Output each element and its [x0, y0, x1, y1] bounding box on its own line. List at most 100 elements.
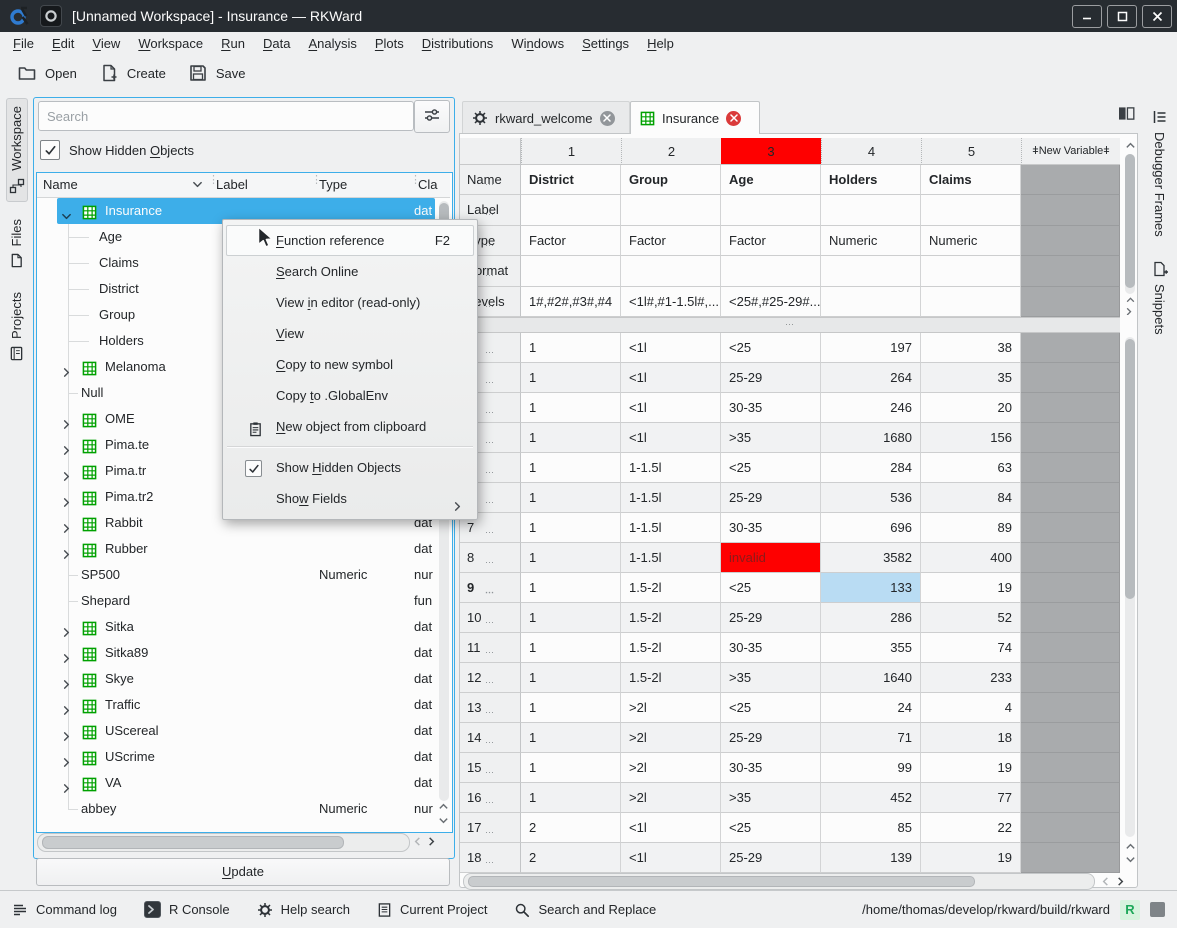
data-cell[interactable]: 19	[921, 753, 1021, 783]
meta-cell[interactable]: 1#,#2#,#3#,#4	[521, 287, 621, 317]
data-cell[interactable]: 84	[921, 483, 1021, 513]
data-scroll-down-icon[interactable]	[1125, 854, 1136, 865]
side-tab-files[interactable]: Files	[7, 212, 26, 275]
data-cell[interactable]: <1l	[621, 843, 721, 873]
minimize-button[interactable]	[1072, 5, 1102, 28]
data-cell[interactable]: 25-29	[721, 603, 821, 633]
data-cell[interactable]: 25-29	[721, 843, 821, 873]
new-variable-cell[interactable]	[1021, 513, 1120, 543]
meta-cell[interactable]	[921, 195, 1021, 225]
statusbar-current-project[interactable]: Current Project	[377, 902, 487, 918]
meta-cell[interactable]	[821, 256, 921, 286]
data-cell[interactable]: 25-29	[721, 723, 821, 753]
data-cell[interactable]: 25-29	[721, 363, 821, 393]
new-variable-cell[interactable]	[1021, 723, 1120, 753]
meta-cell[interactable]: Numeric	[921, 226, 1021, 256]
save-button[interactable]: Save	[177, 58, 257, 88]
selected-data-cell[interactable]: 133	[821, 573, 921, 603]
tree-item-va[interactable]: VAdat	[37, 770, 436, 796]
tree-header-label[interactable]: Label	[216, 173, 248, 197]
new-variable-cell[interactable]	[1021, 813, 1120, 843]
data-cell[interactable]: 1	[521, 663, 621, 693]
meta-scroll-up-icon[interactable]	[1125, 140, 1136, 151]
data-cell[interactable]: 246	[821, 393, 921, 423]
tab-rkward-welcome[interactable]: rkward_welcome	[462, 101, 630, 134]
data-cell[interactable]: 1-1.5l	[621, 453, 721, 483]
tree-item-traffic[interactable]: Trafficdat	[37, 692, 436, 718]
column-header-5[interactable]: 5	[921, 138, 1021, 165]
data-cell[interactable]: 99	[821, 753, 921, 783]
meta-cell[interactable]: Holders	[821, 165, 921, 195]
row-header-10[interactable]: 10⋯	[460, 603, 521, 633]
tree-scroll-left-icon[interactable]	[412, 836, 423, 847]
context-menu-item-search-online[interactable]: Search Online	[226, 256, 474, 287]
side-tab-debugger-frames[interactable]: Debugger Frames	[1150, 102, 1170, 244]
row-header-14[interactable]: 14⋯	[460, 723, 521, 753]
data-cell[interactable]: 264	[821, 363, 921, 393]
data-cell[interactable]: 38	[921, 333, 1021, 363]
tree-item-sp500[interactable]: SP500Numericnur	[37, 562, 436, 588]
data-cell[interactable]: 19	[921, 573, 1021, 603]
data-cell[interactable]: 1	[521, 363, 621, 393]
new-variable-cell[interactable]	[1021, 423, 1120, 453]
tree-scroll-right-icon[interactable]	[426, 836, 437, 847]
row-header-16[interactable]: 16⋯	[460, 783, 521, 813]
tree-scroll-down-icon[interactable]	[438, 815, 449, 826]
tree-scroll-up-icon[interactable]	[438, 801, 449, 812]
menu-file[interactable]: File	[4, 32, 43, 56]
data-cell[interactable]: <25	[721, 813, 821, 843]
row-header-15[interactable]: 15⋯	[460, 753, 521, 783]
tab-close-icon[interactable]	[600, 111, 615, 126]
data-scroll-up-icon[interactable]	[1125, 841, 1136, 852]
column-header-3[interactable]: 3	[721, 138, 821, 165]
menu-help[interactable]: Help	[638, 32, 683, 56]
data-cell[interactable]: 1	[521, 753, 621, 783]
data-cell[interactable]: 30-35	[721, 393, 821, 423]
meta-cell[interactable]	[721, 256, 821, 286]
tree-item-shepard[interactable]: Shepardfun	[37, 588, 436, 614]
data-cell[interactable]: 30-35	[721, 753, 821, 783]
context-menu-item-show-hidden-objects[interactable]: Show Hidden Objects	[226, 452, 474, 483]
data-cell[interactable]: 1.5-2l	[621, 633, 721, 663]
editor-hscroll-handle[interactable]	[468, 876, 975, 887]
data-cell[interactable]: <25	[721, 453, 821, 483]
data-cell[interactable]: 52	[921, 603, 1021, 633]
data-vertical-scrollbar[interactable]	[1125, 337, 1135, 837]
tree-item-sitka[interactable]: Sitkadat	[37, 614, 436, 640]
data-cell[interactable]: >2l	[621, 723, 721, 753]
data-cell[interactable]: 89	[921, 513, 1021, 543]
data-cell[interactable]: 1640	[821, 663, 921, 693]
data-cell[interactable]: 286	[821, 603, 921, 633]
menu-workspace[interactable]: Workspace	[129, 32, 212, 56]
data-cell[interactable]: 1	[521, 693, 621, 723]
filter-options-button[interactable]	[414, 100, 450, 133]
data-cell[interactable]: 536	[821, 483, 921, 513]
row-resize-handle[interactable]: ⋯	[460, 169, 520, 195]
data-cell[interactable]: 4	[921, 693, 1021, 723]
tree-item-rubber[interactable]: Rubberdat	[37, 536, 436, 562]
row-resize-handle[interactable]: ⋯	[460, 577, 520, 603]
data-cell[interactable]: 22	[921, 813, 1021, 843]
split-view-icon[interactable]	[1118, 106, 1135, 124]
data-cell[interactable]: 452	[821, 783, 921, 813]
data-cell[interactable]: 35	[921, 363, 1021, 393]
menu-run[interactable]: Run	[212, 32, 254, 56]
sort-indicator-icon[interactable]	[192, 174, 203, 198]
meta-cell[interactable]: <25#,#25-29#...	[721, 287, 821, 317]
side-tab-projects[interactable]: Projects	[7, 285, 26, 368]
data-cell[interactable]: 284	[821, 453, 921, 483]
data-cell[interactable]: 77	[921, 783, 1021, 813]
data-cell[interactable]: 18	[921, 723, 1021, 753]
statusbar-r-console[interactable]: R Console	[144, 901, 230, 918]
new-variable-cell[interactable]	[1021, 195, 1120, 225]
meta-cell[interactable]	[621, 256, 721, 286]
data-cell[interactable]: 1	[521, 333, 621, 363]
new-variable-cell[interactable]	[1021, 483, 1120, 513]
data-vscroll-handle[interactable]	[1125, 339, 1135, 599]
data-cell[interactable]: 139	[821, 843, 921, 873]
data-cell[interactable]: >35	[721, 423, 821, 453]
data-cell[interactable]: 63	[921, 453, 1021, 483]
data-cell[interactable]: 1	[521, 783, 621, 813]
data-cell[interactable]: <1l	[621, 813, 721, 843]
column-header-4[interactable]: 4	[821, 138, 921, 165]
